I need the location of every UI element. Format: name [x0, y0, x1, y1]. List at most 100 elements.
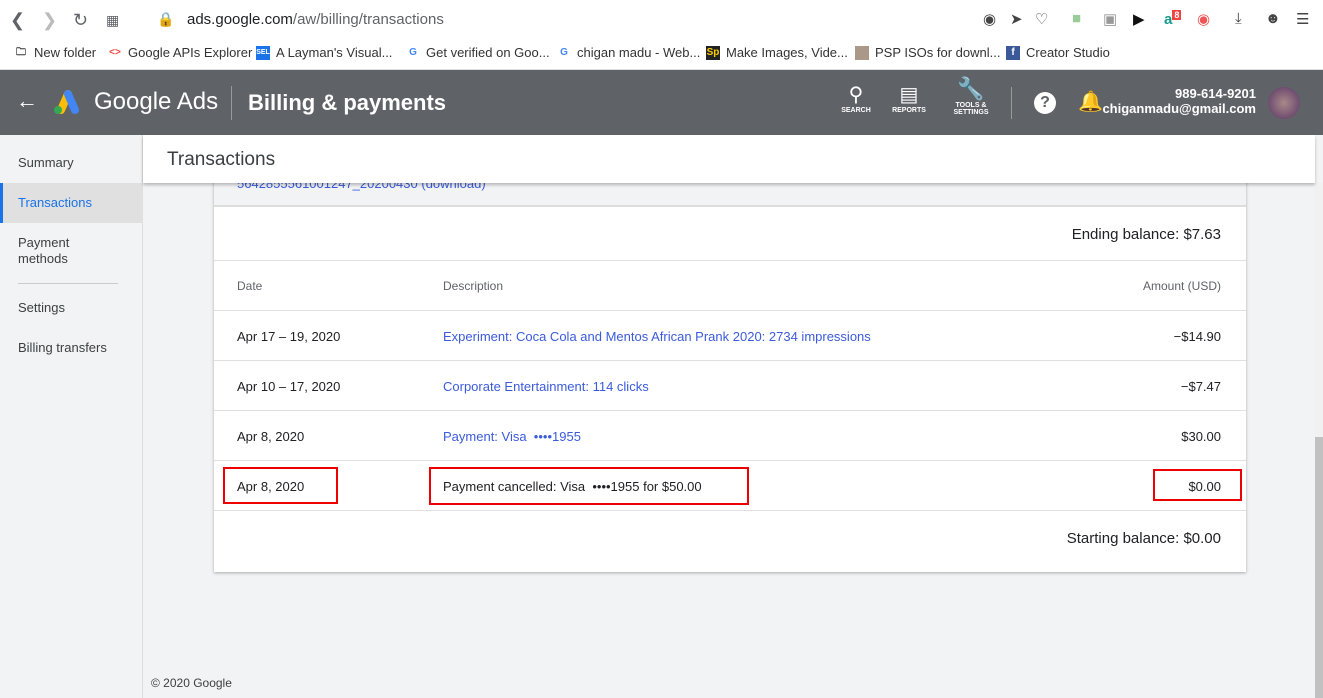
- search-button[interactable]: ⚲ SEARCH: [838, 82, 874, 114]
- back-icon[interactable]: ❮: [10, 10, 25, 31]
- bookmark[interactable]: Gchigan madu - Web...: [557, 45, 700, 60]
- sel-icon: SEL: [256, 45, 270, 60]
- extension-camera-icon[interactable]: ◉: [1197, 10, 1210, 28]
- reload-icon[interactable]: ↻: [73, 10, 88, 31]
- row-date: Apr 17 – 19, 2020: [237, 329, 341, 344]
- bookmark[interactable]: 🗀 New folder: [14, 45, 96, 60]
- search-icon: ⚲: [848, 84, 864, 106]
- bookmark-label: PSP ISOs for downl...: [875, 45, 1001, 60]
- lock-icon: 🔒: [157, 11, 175, 27]
- psp-icon: [855, 45, 869, 60]
- address-bar[interactable]: ads.google.com/aw/billing/transactions: [187, 11, 444, 28]
- heart-icon[interactable]: ♡: [1035, 10, 1048, 28]
- send-icon[interactable]: ➤: [1010, 10, 1023, 28]
- bookmark[interactable]: G Get verified on Goo...: [406, 45, 550, 60]
- google-ads-logo-icon: [54, 90, 79, 114]
- wrench-icon: 🔧: [957, 76, 985, 101]
- table-row: Apr 10 – 17, 2020 Corporate Entertainment…: [214, 360, 1246, 410]
- bookmark[interactable]: f Creator Studio: [1006, 45, 1110, 60]
- back-arrow-icon[interactable]: ←: [16, 88, 38, 114]
- tools-settings-button[interactable]: 🔧 TOOLS & SETTINGS: [948, 76, 994, 116]
- ending-balance: Ending balance: $7.63: [1071, 226, 1221, 243]
- table-row: Apr 17 – 19, 2020 Experiment: Coca Cola a…: [214, 310, 1246, 360]
- bookmark-label: Make Images, Vide...: [726, 45, 848, 60]
- ending-balance-row: Ending balance: $7.63: [214, 205, 1246, 260]
- row-description-link[interactable]: Payment: Visa ••••1955: [443, 429, 581, 444]
- profile-icon[interactable]: ☻: [1265, 10, 1281, 27]
- bookmark[interactable]: SEL A Layman's Visual...: [256, 45, 392, 60]
- column-header-date: Date: [237, 279, 263, 293]
- sidebar-item-billing-transfers[interactable]: Billing transfers: [0, 340, 143, 355]
- api-icon: <>: [109, 46, 121, 58]
- avatar[interactable]: [1268, 87, 1300, 119]
- folder-icon: 🗀: [16, 46, 26, 58]
- bookmark[interactable]: PSP ISOs for downl...: [855, 45, 1000, 60]
- apps-grid-icon[interactable]: ▦: [106, 12, 119, 29]
- app-header: ← Google Ads Billing & payments ⚲ SEARCH …: [0, 70, 1323, 135]
- bookmark-label: Creator Studio: [1026, 45, 1110, 60]
- extension-cube-icon[interactable]: ■: [1072, 10, 1081, 27]
- url-path: /aw/billing/transactions: [292, 11, 444, 28]
- google-icon: G: [409, 46, 417, 58]
- bookmark-label: Get verified on Goo...: [426, 45, 550, 60]
- sidebar-item-transactions[interactable]: Transactions: [0, 183, 143, 223]
- url-domain: ads.google.com: [187, 11, 293, 28]
- bookmark-label: chigan madu - Web...: [577, 45, 701, 60]
- brand-name: Google Ads: [94, 88, 219, 115]
- page-title: Transactions: [167, 149, 276, 170]
- google-icon: G: [560, 46, 568, 58]
- page-title-bar: Transactions: [143, 135, 1315, 183]
- row-date: Apr 8, 2020: [237, 429, 305, 444]
- browser-toolbar: ❮ ❯ ↻ ▦ 🔒 ads.google.com/aw/billing/tran…: [0, 0, 1323, 38]
- account-info[interactable]: 989-614-9201 chiganmadu@gmail.com: [1102, 86, 1256, 116]
- row-description-link[interactable]: Experiment: Coca Cola and Mentos African…: [443, 329, 871, 344]
- section-title: Billing & payments: [248, 90, 447, 115]
- scrollbar-thumb[interactable]: [1315, 437, 1323, 698]
- forward-icon[interactable]: ❯: [42, 10, 57, 31]
- sidebar-item-summary[interactable]: Summary: [0, 155, 143, 170]
- starting-balance-row: Starting balance: $0.00: [214, 510, 1246, 572]
- bookmark-label: New folder: [34, 45, 97, 60]
- download-icon[interactable]: ⤓: [1235, 10, 1242, 27]
- scrollbar[interactable]: [1315, 183, 1323, 698]
- sidebar: Summary Transactions Payment methods Set…: [0, 135, 143, 698]
- divider: [1011, 87, 1012, 119]
- sidebar-item-settings[interactable]: Settings: [0, 300, 143, 315]
- highlight-box-date: [223, 467, 338, 504]
- bookmark[interactable]: <> Google APIs Explorer: [108, 45, 252, 60]
- help-icon[interactable]: ?: [1034, 92, 1056, 114]
- search-label: SEARCH: [841, 107, 871, 114]
- transactions-card: 5642855561001247_20200430 (download) End…: [214, 172, 1246, 572]
- extension-badge: 8: [1172, 10, 1182, 20]
- row-description-link[interactable]: Corporate Entertainment: 114 clicks: [443, 379, 649, 394]
- highlight-box-amount: [1153, 469, 1242, 501]
- reports-button[interactable]: ▤ REPORTS: [889, 82, 929, 114]
- footer-copyright: © 2020 Google: [151, 676, 232, 690]
- reports-icon: ▤: [899, 84, 919, 106]
- row-date: Apr 10 – 17, 2020: [237, 379, 341, 394]
- bell-icon[interactable]: 🔔: [1078, 89, 1103, 114]
- menu-sliders-icon[interactable]: ☰: [1296, 10, 1309, 28]
- bookmark-label: Google APIs Explorer: [128, 45, 253, 60]
- divider: [18, 283, 118, 284]
- table-header: Date Description Amount (USD): [214, 260, 1246, 310]
- column-header-amount: Amount (USD): [1142, 279, 1221, 293]
- settings-label: SETTINGS: [953, 109, 989, 116]
- row-amount: −$14.90: [1173, 329, 1221, 344]
- column-header-description: Description: [443, 279, 504, 293]
- highlight-box-description: [429, 467, 749, 505]
- extension-a-icon[interactable]: a8: [1164, 10, 1182, 28]
- row-amount: −$7.47: [1180, 379, 1221, 394]
- account-email: chiganmadu@gmail.com: [1102, 101, 1256, 116]
- extension-r-icon[interactable]: ▣: [1103, 10, 1117, 28]
- facebook-icon: f: [1006, 45, 1020, 60]
- account-phone: 989-614-9201: [1175, 86, 1256, 101]
- extension-play-icon[interactable]: ▶: [1133, 10, 1145, 28]
- bookmark[interactable]: Sp Make Images, Vide...: [706, 45, 848, 60]
- sidebar-item-payment-methods[interactable]: Payment methods: [0, 235, 100, 267]
- tools-label: TOOLS &: [955, 102, 987, 109]
- row-amount: $30.00: [1181, 429, 1221, 444]
- bookmark-label: A Layman's Visual...: [276, 45, 393, 60]
- camera-icon[interactable]: ◉: [983, 10, 996, 28]
- starting-balance: Starting balance: $0.00: [1066, 530, 1221, 547]
